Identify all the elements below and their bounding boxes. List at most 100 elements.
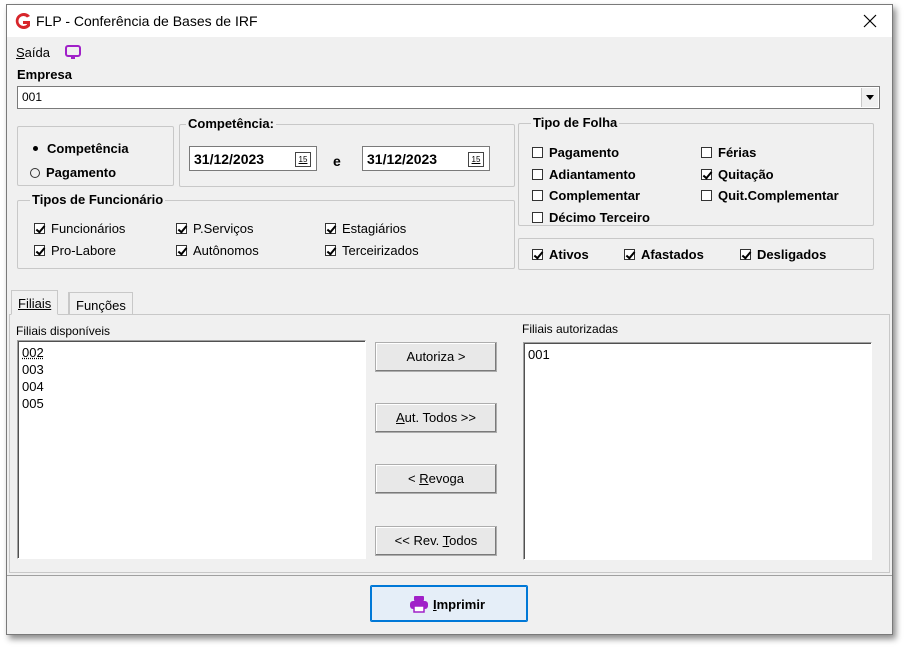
situacao-group: Ativos Afastados Desligados — [518, 238, 874, 270]
empresa-dropdown-button[interactable] — [861, 88, 878, 107]
menu-bar: Saída — [7, 37, 892, 65]
checkbox-decimo-terceiro-box[interactable] — [532, 212, 543, 223]
competencia-separator: e — [333, 153, 341, 169]
checkbox-estagiarios-label: Estagiários — [342, 221, 407, 236]
checkbox-pagamento[interactable]: Pagamento — [532, 145, 619, 160]
calendar-from-label: 15 — [298, 155, 308, 164]
competencia-group-title: Competência: — [186, 116, 276, 131]
checkbox-pro-labore-label: Pro-Labore — [51, 243, 117, 258]
checkbox-estagiarios-box[interactable] — [325, 223, 336, 234]
checkbox-ferias-label: Férias — [718, 145, 757, 160]
checkbox-afastados[interactable]: Afastados — [624, 247, 704, 262]
radio-pagamento[interactable]: Pagamento — [30, 165, 116, 180]
imprimir-button[interactable]: Imprimir — [370, 585, 528, 622]
checkbox-adiantamento-label: Adiantamento — [549, 167, 636, 182]
checkbox-desligados-box[interactable] — [740, 249, 751, 260]
checkbox-quit-complementar[interactable]: Quit.Complementar — [701, 188, 839, 203]
list-item[interactable]: 003 — [22, 362, 44, 377]
checkbox-pagamento-box[interactable] — [532, 147, 543, 158]
checkbox-funcionarios-box[interactable] — [34, 223, 45, 234]
calendar-to-label: 15 — [471, 155, 481, 164]
revoga-prefix: < — [407, 471, 420, 486]
title-bar: FLP - Conferência de Bases de IRF — [7, 5, 892, 37]
checkbox-ativos-label: Ativos — [549, 247, 589, 262]
radio-pagamento-indicator[interactable] — [30, 167, 40, 178]
aut-todos-hotkey: A — [396, 410, 405, 425]
printer-icon — [410, 596, 428, 613]
imprimir-label: mprimir — [436, 596, 486, 612]
close-button[interactable] — [848, 5, 892, 37]
chevron-down-icon — [866, 95, 874, 100]
checkbox-quit-complementar-label: Quit.Complementar — [718, 188, 839, 203]
checkbox-estagiarios[interactable]: Estagiários — [325, 221, 406, 236]
autoriza-button[interactable]: Autoriza > — [375, 342, 497, 372]
checkbox-autonomos[interactable]: Autônomos — [176, 243, 259, 258]
checkbox-p-servicos-box[interactable] — [176, 223, 187, 234]
checkbox-afastados-box[interactable] — [624, 249, 635, 260]
empresa-label: Empresa — [17, 67, 72, 82]
checkbox-quitacao[interactable]: Quitação — [701, 167, 774, 182]
radio-competencia-indicator[interactable] — [30, 143, 41, 154]
checkbox-ferias-box[interactable] — [701, 147, 712, 158]
checkbox-desligados[interactable]: Desligados — [740, 247, 826, 262]
checkbox-ferias[interactable]: Férias — [701, 145, 756, 160]
radio-competencia-label: Competência — [47, 141, 129, 156]
competencia-from-field[interactable]: 31/12/2023 15 — [189, 146, 317, 171]
empresa-select[interactable]: 001 — [17, 86, 880, 109]
bottom-separator — [7, 575, 892, 576]
rev-todos-button[interactable]: << Rev. Todos — [375, 526, 497, 556]
rev-todos-prefix: << Rev. — [394, 533, 443, 548]
checkbox-quitacao-label: Quitação — [718, 167, 774, 182]
checkbox-adiantamento-box[interactable] — [532, 169, 543, 180]
checkbox-autonomos-label: Autônomos — [193, 243, 259, 258]
revoga-hotkey: R — [419, 471, 429, 486]
competencia-to-value: 31/12/2023 — [367, 151, 438, 167]
revoga-button[interactable]: < Revoga — [375, 464, 497, 494]
tab-filiais[interactable]: Filiais — [11, 290, 59, 315]
checkbox-funcionarios-label: Funcionários — [51, 221, 126, 236]
checkbox-terceirizados[interactable]: Terceirizados — [325, 243, 419, 258]
checkbox-pro-labore[interactable]: Pro-Labore — [34, 243, 116, 258]
list-item[interactable]: 001 — [528, 347, 550, 362]
filiais-disponiveis-list[interactable]: 002 003 004 005 — [17, 340, 366, 559]
tipos-funcionario-group: Tipos de Funcionário Funcionários Pro-La… — [17, 192, 515, 269]
checkbox-complementar[interactable]: Complementar — [532, 188, 640, 203]
empresa-value: 001 — [22, 90, 43, 104]
autoriza-label: Autoriza > — [406, 349, 466, 364]
filiais-autorizadas-label: Filiais autorizadas — [522, 322, 619, 336]
monitor-icon[interactable] — [64, 43, 82, 61]
checkbox-ativos[interactable]: Ativos — [532, 247, 589, 262]
radio-competencia[interactable]: Competência — [30, 141, 129, 156]
checkbox-terceirizados-box[interactable] — [325, 245, 336, 256]
list-item[interactable]: 005 — [22, 396, 44, 411]
checkbox-p-servicos[interactable]: P.Serviços — [176, 221, 253, 236]
periodo-group: Competência Pagamento — [17, 126, 174, 186]
filiais-autorizadas-list[interactable]: 001 — [523, 342, 872, 560]
checkbox-ativos-box[interactable] — [532, 249, 543, 260]
checkbox-quitacao-box[interactable] — [701, 169, 712, 180]
checkbox-pagamento-label: Pagamento — [549, 145, 620, 160]
main-window: FLP - Conferência de Bases de IRF Saída … — [6, 4, 893, 635]
aut-todos-button[interactable]: Aut. Todos >> — [375, 403, 497, 433]
close-icon — [863, 14, 877, 28]
checkbox-pro-labore-box[interactable] — [34, 245, 45, 256]
competencia-to-field[interactable]: 31/12/2023 15 — [362, 146, 490, 171]
checkbox-adiantamento[interactable]: Adiantamento — [532, 167, 636, 182]
list-item[interactable]: 002 — [22, 345, 44, 360]
calendar-from-button[interactable]: 15 — [295, 152, 311, 167]
checkbox-quit-complementar-box[interactable] — [701, 190, 712, 201]
aut-todos-label: ut. Todos >> — [404, 410, 476, 425]
checkbox-autonomos-box[interactable] — [176, 245, 187, 256]
tab-funcoes[interactable]: Funções — [68, 292, 133, 316]
checkbox-funcionarios[interactable]: Funcionários — [34, 221, 125, 236]
menu-saida[interactable]: Saída — [16, 45, 50, 60]
menu-saida-label: aída — [24, 45, 50, 60]
filiais-disponiveis-label: Filiais disponíveis — [16, 324, 111, 338]
checkbox-decimo-terceiro[interactable]: Décimo Terceiro — [532, 210, 650, 225]
rev-todos-label: odos — [449, 533, 478, 548]
checkbox-complementar-box[interactable] — [532, 190, 543, 201]
checkbox-decimo-terceiro-label: Décimo Terceiro — [549, 210, 650, 225]
list-item[interactable]: 004 — [22, 379, 44, 394]
app-logo-icon — [15, 13, 30, 29]
calendar-to-button[interactable]: 15 — [468, 152, 484, 167]
